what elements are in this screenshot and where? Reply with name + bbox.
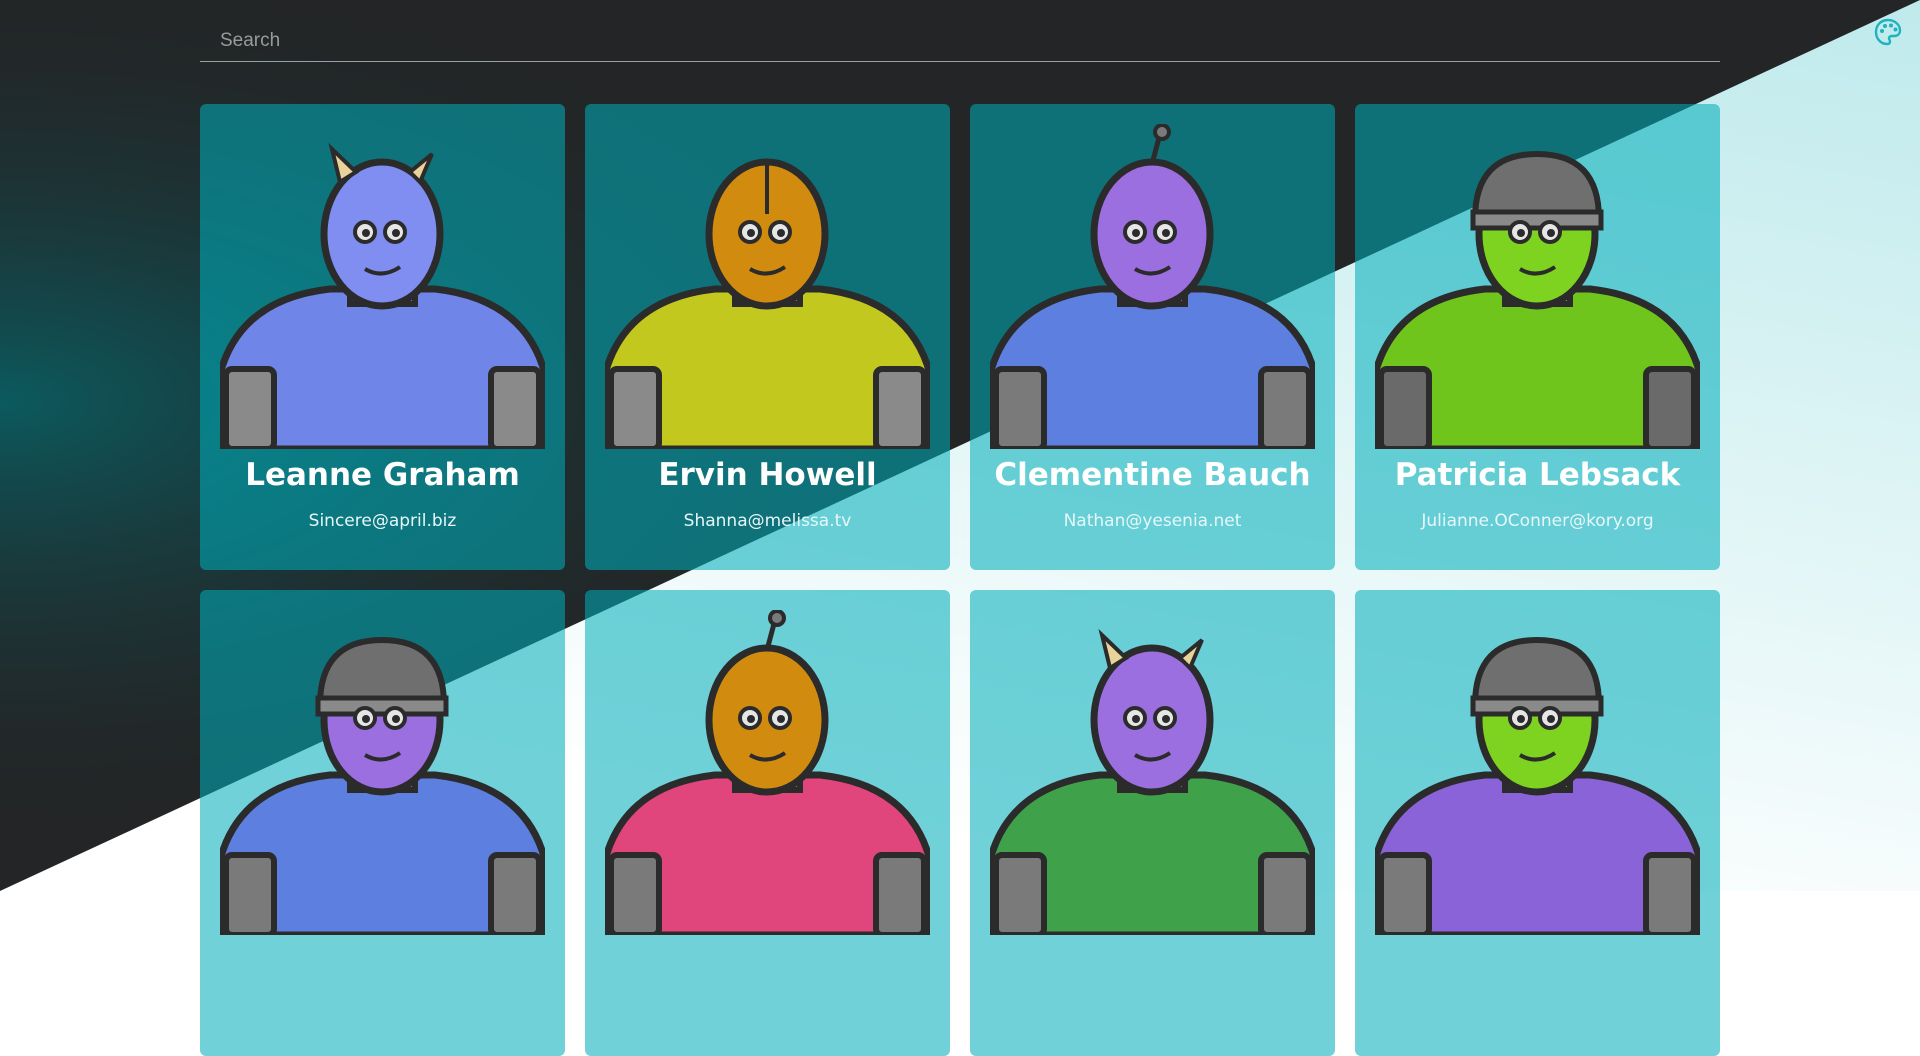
search-bar [200,20,1720,64]
user-name: Ervin Howell [658,457,877,493]
robot-avatar-icon [220,636,545,935]
robot-avatar-icon [1375,636,1700,935]
user-card-grid: Leanne Graham Sincere@april.biz Ervin Ho… [200,104,1720,1056]
user-card[interactable] [585,590,950,1056]
user-card[interactable] [970,590,1335,1056]
user-card[interactable]: Patricia Lebsack Julianne.OConner@kory.o… [1355,104,1720,570]
user-email: Shanna@melissa.tv [683,511,852,531]
user-email: Julianne.OConner@kory.org [1421,511,1654,531]
user-card[interactable] [200,590,565,1056]
robot-avatar-icon [990,628,1315,935]
user-card[interactable]: Ervin Howell Shanna@melissa.tv [585,104,950,570]
robot-avatar-icon [990,124,1315,449]
search-input[interactable] [200,20,1720,62]
user-card[interactable] [1355,590,1720,1056]
robot-avatar-icon [605,610,930,935]
robot-avatar-icon [605,158,930,449]
user-card[interactable]: Leanne Graham Sincere@april.biz [200,104,565,570]
robot-avatar-icon [1375,150,1700,449]
theme-toggle-button[interactable] [1872,16,1904,48]
palette-icon [1874,18,1902,46]
user-email: Sincere@april.biz [308,511,457,531]
user-email: Nathan@yesenia.net [1063,511,1242,531]
user-name: Patricia Lebsack [1394,457,1681,493]
robot-avatar-icon [220,142,545,449]
user-card[interactable]: Clementine Bauch Nathan@yesenia.net [970,104,1335,570]
user-name: Leanne Graham [245,457,520,493]
user-name: Clementine Bauch [994,457,1311,493]
